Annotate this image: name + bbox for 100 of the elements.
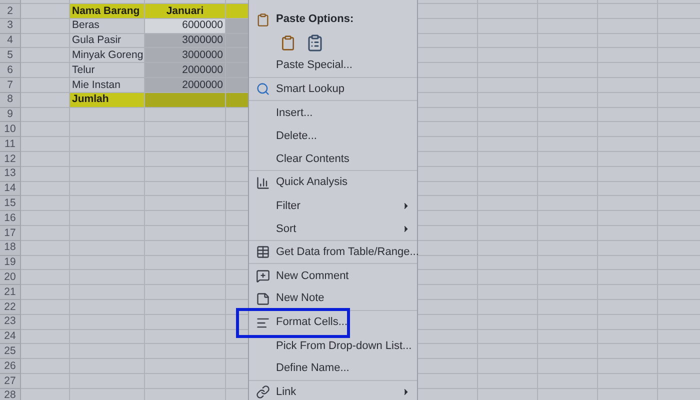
row-number: 24 — [0, 330, 21, 344]
grid-cell — [598, 137, 658, 152]
menu-item[interactable]: Quick Analysis — [249, 171, 417, 194]
grid-cell — [598, 4, 658, 19]
grid-cell — [538, 314, 598, 330]
row-number: 6 — [0, 63, 21, 78]
row-number: 5 — [0, 48, 21, 64]
grid-cell — [538, 240, 598, 256]
table-cell: 6000000 — [145, 18, 226, 34]
grid-cell — [598, 226, 658, 241]
grid-cell — [538, 78, 598, 93]
grid-cell — [478, 182, 538, 196]
grid-cell — [478, 166, 538, 182]
grid-cell — [478, 344, 538, 360]
grid-cell — [538, 344, 598, 360]
grid-cell — [658, 34, 700, 48]
grid-cell — [478, 256, 538, 270]
menu-item[interactable]: Sort — [249, 218, 417, 241]
grid-cell — [21, 240, 70, 256]
grid-cell — [478, 211, 538, 226]
grid-cell — [21, 330, 70, 344]
grid-cell — [538, 182, 598, 196]
menu-item[interactable]: Filter — [249, 194, 417, 218]
table-cell: Beras — [70, 18, 145, 34]
grid-cell — [598, 122, 658, 138]
table-cell: Mie Instan — [70, 78, 145, 93]
grid-cell — [658, 330, 700, 344]
grid-cell — [478, 196, 538, 212]
row-number: 27 — [0, 374, 21, 389]
menu-item[interactable]: Pick From Drop-down List... — [249, 334, 417, 358]
grid-cell — [21, 48, 70, 64]
row-number: 18 — [0, 240, 21, 256]
menu-item[interactable]: New Comment — [249, 264, 417, 288]
grid-cell — [538, 374, 598, 389]
grid-cell — [538, 388, 598, 400]
menu-item[interactable]: Paste Special... — [249, 54, 417, 78]
menu-item[interactable]: Insert... — [249, 101, 417, 124]
list-icon — [256, 316, 270, 330]
grid-cell — [478, 300, 538, 315]
row-number: 13 — [0, 166, 21, 182]
grid-cell — [21, 344, 70, 360]
grid-cell — [538, 92, 598, 108]
row-number: 25 — [0, 344, 21, 360]
row-number: 16 — [0, 211, 21, 226]
row-number: 14 — [0, 182, 21, 196]
row-number: 7 — [0, 78, 21, 93]
grid-cell — [538, 196, 598, 212]
grid-cell — [478, 108, 538, 122]
grid-cell — [21, 300, 70, 315]
grid-cell — [658, 314, 700, 330]
grid-cell — [478, 359, 538, 374]
menu-item[interactable]: Link — [249, 380, 417, 400]
row-number: 21 — [0, 285, 21, 300]
grid-cell — [478, 63, 538, 78]
grid-cell — [598, 240, 658, 256]
grid-cell — [21, 211, 70, 226]
menu-item[interactable]: Clear Contents — [249, 148, 417, 172]
grid-cell — [598, 196, 658, 212]
menu-item[interactable]: Smart Lookup — [249, 78, 417, 102]
chart-icon — [256, 176, 270, 190]
grid-cell — [21, 137, 70, 152]
row-number: 3 — [0, 18, 21, 34]
grid-cell — [21, 122, 70, 138]
grid-cell — [538, 108, 598, 122]
grid-cell — [538, 18, 598, 34]
clipboard-picture-icon — [306, 34, 324, 52]
grid-cell — [478, 152, 538, 167]
grid-cell — [21, 182, 70, 196]
grid-cell — [21, 18, 70, 34]
menu-item[interactable]: Format Cells... — [249, 310, 417, 334]
link-icon — [256, 385, 270, 400]
row-number: 22 — [0, 300, 21, 315]
grid-cell — [538, 4, 598, 19]
row-number: 2 — [0, 4, 21, 19]
menu-item[interactable]: Define Name... — [249, 357, 417, 381]
grid-cell — [598, 108, 658, 122]
grid-cell — [538, 48, 598, 64]
grid-cell — [478, 226, 538, 241]
table-cell: Telur — [70, 63, 145, 78]
menu-item[interactable]: New Note — [249, 288, 417, 311]
grid-cell — [478, 4, 538, 19]
grid-cell — [21, 285, 70, 300]
grid-cell — [478, 18, 538, 34]
grid-cell — [21, 270, 70, 286]
row-number: 23 — [0, 314, 21, 330]
grid-cell — [478, 388, 538, 400]
grid-cell — [21, 63, 70, 78]
grid-cell — [538, 137, 598, 152]
grid-cell — [21, 226, 70, 241]
menu-item[interactable]: Get Data from Table/Range... — [249, 240, 417, 264]
paste-button[interactable] — [279, 34, 297, 52]
grid-cell — [538, 152, 598, 167]
table-cell: 2000000 — [145, 63, 226, 78]
grid-cell — [538, 330, 598, 344]
grid-cell — [598, 344, 658, 360]
row-number: 26 — [0, 359, 21, 374]
column-header: Januari — [145, 4, 226, 19]
grid-cell — [598, 211, 658, 226]
menu-item[interactable]: Delete... — [249, 124, 417, 148]
grid-cell — [21, 314, 70, 330]
